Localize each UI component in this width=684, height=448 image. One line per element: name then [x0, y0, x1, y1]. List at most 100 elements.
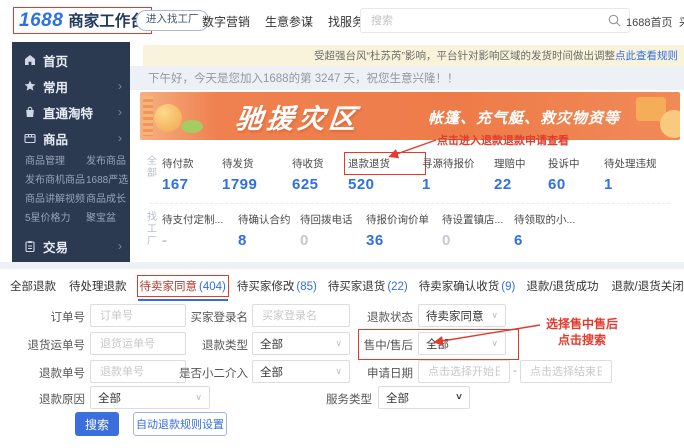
chevron-right-icon: › — [118, 239, 122, 253]
submenu-item-product-manage[interactable]: 商品管理 — [25, 152, 86, 171]
refund-reason-label: 退款原因 — [10, 391, 85, 407]
service-type-label: 服务类型 — [300, 391, 372, 407]
tab-refund-success[interactable]: 退款/退货成功 — [526, 278, 600, 294]
tab-awaiting-buyer-modify[interactable]: 待买家修改(85) — [237, 278, 317, 294]
submenu-item-5star-price[interactable]: 5星价格力 — [25, 209, 86, 228]
sidebar-item-taote[interactable]: 直通淘特 › — [12, 99, 130, 125]
banner-decoration-orange-circle-right — [660, 110, 680, 138]
menu-find-service[interactable]: 找服务 — [328, 13, 364, 30]
refund-status-label: 退款状态 — [330, 309, 413, 325]
return-waybill-label: 退货运单号 — [10, 337, 85, 353]
chevron-down-icon: ∨ — [195, 392, 202, 403]
refund-status-select[interactable]: 待卖家同意∨ — [418, 304, 506, 327]
stat-pending-contract: 待确认合约 8 — [238, 212, 300, 249]
submenu-item-1688-select[interactable]: 1688严选 — [86, 171, 130, 190]
submenu-item-product-growth[interactable]: 商品成长 — [86, 190, 130, 209]
chevron-right-icon: › — [118, 105, 122, 119]
header-menu: 数字营销 生意参谋 找服务 — [202, 13, 364, 30]
banner-decoration-green-ellipse — [181, 120, 203, 133]
sale-stage-label: 售中/售后 — [330, 337, 413, 353]
sale-stage-select[interactable]: 全部∨ — [418, 332, 506, 355]
logo-workbench-text: 商家工作台 — [68, 9, 146, 31]
banner-title: 驰援灾区 — [234, 97, 362, 136]
search-icon[interactable] — [608, 14, 621, 27]
tab-awaiting-seller-agree[interactable]: 待卖家同意(404) — [140, 278, 226, 294]
search-button[interactable]: 搜索 — [75, 412, 119, 436]
menu-business-advisor[interactable]: 生意参谋 — [265, 13, 313, 30]
header-search-box[interactable] — [360, 8, 630, 33]
products-box-icon — [24, 132, 36, 144]
refund-tabs: 全部退款 待处理退款 待卖家同意(404) 待买家修改(85) 待买家退货(22… — [0, 269, 684, 294]
notice-rules-link[interactable]: 点此查看规则 — [615, 48, 678, 63]
submenu-item-jubaopen[interactable]: 聚宝盆 — [86, 209, 130, 228]
link-1688-home[interactable]: 1688首页 — [626, 14, 672, 30]
sidebar-item-home[interactable]: 首页 — [12, 47, 130, 73]
annotation-sale-stage-note: 选择售中售后 点击搜索 — [540, 316, 624, 348]
buyer-login-label: 买家登录名 — [160, 309, 248, 325]
sidebar-item-trade[interactable]: 交易 › — [12, 233, 130, 259]
sidebar-nav: 首页 常用 › 直通淘特 › 商品 › 商品管理 发布商品 发布商机商品 168… — [12, 42, 130, 267]
order-no-label: 订单号 — [10, 309, 85, 325]
sidebar-products-submenu: 商品管理 发布商品 发布商机商品 1688严选 商品讲解视频 商品成长 5星价格… — [12, 151, 130, 231]
todo-stats-card: 全 部 待付款 167 待发货 1799 待收货 625 退款退货 520 寻源… — [140, 146, 680, 258]
stat-pending-shop-setting: 待设置镇店... 0 — [442, 212, 514, 249]
stats-group-factory: 找 工 厂 待支付定制... - 待确认合约 8 待回拨电话 0 待报价询价单 … — [140, 212, 586, 249]
menu-digital-marketing[interactable]: 数字营销 — [202, 13, 250, 30]
enter-factory-button[interactable]: 进入找工厂 — [136, 10, 209, 31]
stat-pending-custom-pay: 待支付定制... - — [162, 212, 238, 249]
auto-refund-rule-button[interactable]: 自动退款规则设置 — [133, 412, 227, 436]
chevron-right-icon: › — [118, 131, 122, 145]
sidebar-item-label: 首页 — [43, 51, 68, 70]
stats-group-all: 全 部 待付款 167 待发货 1799 待收货 625 退款退货 520 寻源… — [140, 156, 684, 193]
tab-awaiting-buyer-return[interactable]: 待买家退货(22) — [328, 278, 408, 294]
section-divider-band — [0, 262, 684, 269]
sidebar-item-products[interactable]: 商品 › — [12, 125, 130, 151]
date-end-input[interactable] — [520, 360, 612, 383]
typhoon-notice-bar: 受超强台风“杜苏芮”影响，平台针对影响区域的发货时间做出调整点此查看规则 — [143, 45, 684, 66]
notice-text: 受超强台风“杜苏芮”影响，平台针对影响区域的发货时间做出调整 — [314, 48, 615, 63]
banner-decoration-strip — [143, 96, 153, 136]
banner-decoration-orange-circle — [154, 104, 182, 132]
stat-pending-claim-small: 待领取的小... 6 — [514, 212, 586, 249]
stat-pending-receipt: 待收货 625 — [292, 156, 348, 193]
tab-pending-refunds[interactable]: 待处理退款 — [69, 278, 129, 294]
stat-violations: 待处理违规 1 — [604, 156, 684, 193]
stat-pending-callback: 待回拨电话 0 — [300, 212, 366, 249]
refund-type-label: 退款类型 — [160, 337, 248, 353]
sidebar-item-label: 商品 — [43, 129, 68, 148]
stats-group-all-label: 全 部 — [140, 156, 162, 180]
service-type-select[interactable]: 全部˅ — [378, 386, 470, 409]
banner-subtitle: 帐篷、充气艇、救灾物资等 — [428, 107, 620, 128]
submenu-item-publish-product[interactable]: 发布商品 — [86, 152, 130, 171]
refund-return-label-annotated[interactable]: 退款退货 — [348, 156, 422, 171]
tab-all-refunds[interactable]: 全部退款 — [10, 278, 58, 294]
stats-group-factory-label: 找 工 厂 — [140, 212, 162, 248]
apply-date-label: 申请日期 — [330, 365, 413, 381]
tab-awaiting-seller-confirm-receipt[interactable]: 待卖家确认收货(9) — [419, 278, 516, 294]
annotation-refund-note: 点击进入退款退款申请查看 — [437, 132, 569, 148]
sidebar-item-favorites[interactable]: 常用 › — [12, 73, 130, 99]
trade-clipboard-icon — [24, 240, 36, 252]
stat-sourcing-quote: 寻源待报价 1 — [422, 156, 494, 193]
date-start-input[interactable] — [418, 360, 510, 383]
submenu-item-product-video[interactable]: 商品讲解视频 — [25, 190, 86, 209]
stat-pending-payment: 待付款 167 — [162, 156, 222, 193]
xiaoer-intervene-label: 是否小二介入 — [160, 365, 248, 381]
refund-reason-select[interactable]: 全部∨ — [90, 386, 210, 409]
logo-1688-workbench[interactable]: 1688 商家工作台 — [14, 8, 151, 33]
clipped-header-link[interactable]: 采 — [679, 14, 684, 30]
chevron-down-icon: ∨ — [491, 310, 498, 321]
submenu-item-publish-opportunity[interactable]: 发布商机商品 — [25, 171, 86, 190]
sidebar-item-label: 常用 — [43, 77, 68, 96]
search-input[interactable] — [369, 14, 583, 28]
refund-list-panel: 全部退款 待处理退款 待卖家同意(404) 待买家修改(85) 待买家退货(22… — [0, 269, 684, 448]
sidebar-item-label: 交易 — [43, 237, 68, 256]
tab-refund-closed[interactable]: 退款/退货关闭 — [612, 278, 684, 294]
refund-no-label: 退款单号 — [10, 365, 85, 381]
disaster-relief-banner[interactable]: 驰援灾区 帐篷、充气艇、救灾物资等 — [140, 92, 680, 140]
greeting-text: 下午好，今天是您加入1688的第 3247 天，祝您生意兴隆！！ — [148, 70, 459, 86]
stat-refund-return: 退款退货 520 — [348, 156, 422, 193]
chevron-down-icon: ˅ — [456, 392, 462, 403]
home-icon — [24, 54, 36, 66]
stat-pending-shipment: 待发货 1799 — [222, 156, 292, 193]
